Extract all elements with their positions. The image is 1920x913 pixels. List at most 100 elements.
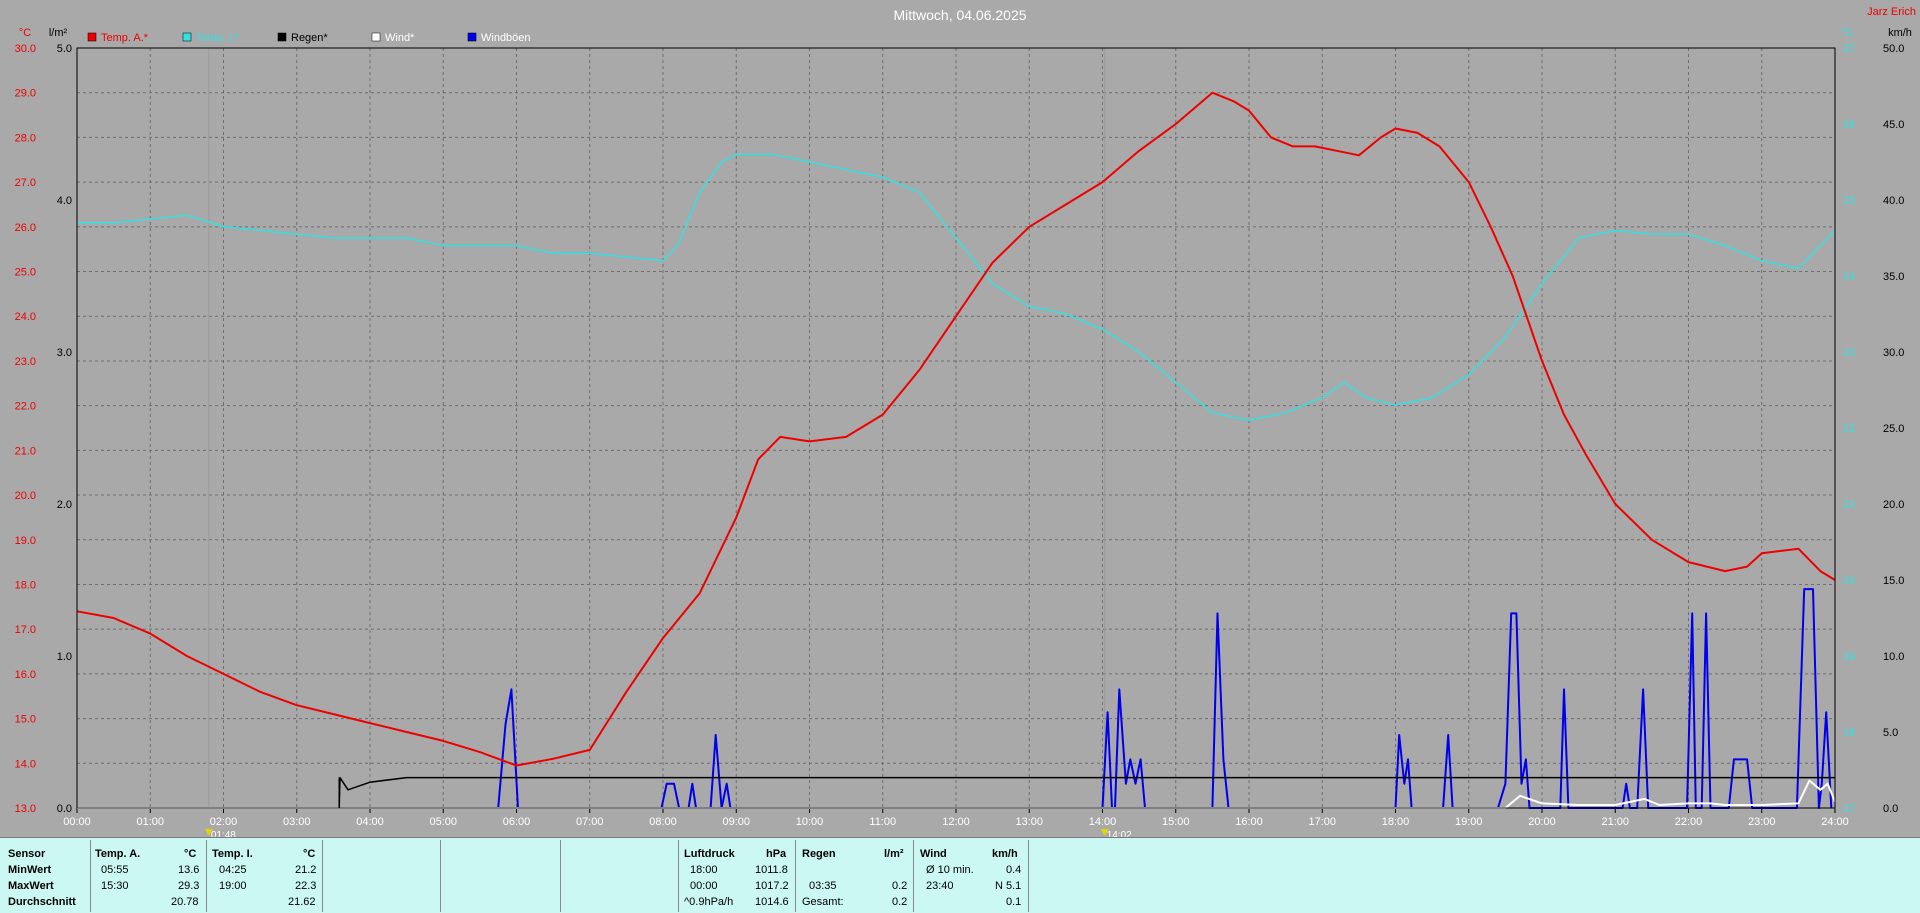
legend-swatch [277, 32, 287, 42]
left-tick-label: 20.0 [15, 490, 36, 502]
divider [795, 840, 796, 912]
wind-max-time: 23:40 [926, 880, 954, 892]
left2-tick-label: 3.0 [57, 347, 72, 359]
x-tick-label: 12:00 [942, 816, 970, 828]
temp-a-unit: °C [184, 848, 197, 860]
temp-i-header: Temp. I. [212, 848, 253, 860]
temp-i-min-time: 04:25 [219, 864, 247, 876]
temp-a-min-time: 05:55 [101, 864, 129, 876]
left-tick-label: 30.0 [15, 43, 36, 55]
time-marker-label: 14:02 [1107, 830, 1132, 837]
left-tick-label: 23.0 [15, 356, 36, 368]
x-tick-label: 16:00 [1235, 816, 1263, 828]
legend-swatch [182, 32, 192, 42]
left2-tick-label: 2.0 [57, 499, 72, 511]
pressure-min-time: 18:00 [690, 864, 718, 876]
legend-label: Temp. I.* [196, 32, 240, 44]
left-tick-label: 16.0 [15, 669, 36, 681]
left-tick-label: 22.0 [15, 401, 36, 413]
temp-a-header: Temp. A. [95, 848, 141, 860]
wind-header: Wind [920, 848, 947, 860]
left-tick-label: 15.0 [15, 714, 36, 726]
right2-tick-label: 17 [1843, 803, 1855, 815]
author-label: Jarz Erich [1867, 6, 1916, 18]
rain-header: Regen [802, 848, 836, 860]
divider [913, 840, 914, 912]
wind-avg-label: Ø 10 min. [926, 864, 974, 876]
min-row-label: MinWert [8, 864, 52, 876]
x-tick-label: 21:00 [1601, 816, 1629, 828]
pressure-trend-label: ^0.9hPa/h [684, 896, 734, 908]
legend-label: Wind* [385, 32, 415, 44]
x-tick-label: 20:00 [1528, 816, 1556, 828]
left-axis-unit: °C [19, 27, 31, 39]
x-tick-label: 08:00 [649, 816, 677, 828]
divider [678, 840, 679, 912]
right-tick-label: 5.0 [1883, 727, 1898, 739]
legend-swatch [371, 32, 381, 42]
x-tick-label: 17:00 [1308, 816, 1336, 828]
x-tick-label: 22:00 [1675, 816, 1703, 828]
x-tick-label: 01:00 [136, 816, 164, 828]
stats-panel: Sensor MinWert MaxWert Durchschnitt Temp… [0, 837, 1920, 913]
x-tick-label: 05:00 [429, 816, 457, 828]
right-tick-label: 45.0 [1883, 119, 1904, 131]
legend-label: Temp. A.* [101, 32, 149, 44]
temp-a-max-time: 15:30 [101, 880, 129, 892]
time-marker-label: 01:48 [211, 830, 236, 837]
divider [1028, 840, 1029, 912]
left-tick-label: 24.0 [15, 311, 36, 323]
right-tick-label: 30.0 [1883, 347, 1904, 359]
left2-tick-label: 4.0 [57, 195, 72, 207]
pressure-unit: hPa [766, 848, 787, 860]
left-tick-label: 25.0 [15, 267, 36, 279]
x-tick-label: 15:00 [1162, 816, 1190, 828]
divider [90, 840, 91, 912]
legend-label: Regen* [291, 32, 328, 44]
temp-i-min-value: 21.2 [295, 864, 317, 876]
temp-i-unit: °C [303, 848, 316, 860]
right2-tick-label: 20 [1843, 575, 1855, 587]
wind-max-value: N 5.1 [995, 880, 1022, 892]
right2-axis-unit: °C [1841, 27, 1853, 39]
rain-max-time: 03:35 [809, 880, 837, 892]
left-tick-label: 17.0 [15, 624, 36, 636]
right-tick-label: 10.0 [1883, 651, 1904, 663]
left-tick-label: 13.0 [15, 803, 36, 815]
x-tick-label: 07:00 [576, 816, 604, 828]
temp-a-max-value: 29.3 [178, 880, 200, 892]
x-tick-label: 06:00 [503, 816, 531, 828]
right-tick-label: 20.0 [1883, 499, 1904, 511]
pressure-header: Luftdruck [684, 848, 735, 860]
right2-tick-label: 27 [1843, 43, 1855, 55]
right-tick-label: 35.0 [1883, 271, 1904, 283]
x-tick-label: 24:00 [1821, 816, 1849, 828]
legend-swatch [467, 32, 477, 42]
left-tick-label: 26.0 [15, 222, 36, 234]
left2-tick-label: 0.0 [57, 803, 72, 815]
legend-swatch [87, 32, 97, 42]
right-tick-label: 0.0 [1883, 803, 1898, 815]
right2-tick-label: 25 [1843, 195, 1855, 207]
divider [206, 840, 207, 912]
left2-tick-label: 1.0 [57, 651, 72, 663]
avg-row-label: Durchschnitt [8, 896, 76, 908]
right2-tick-label: 26 [1843, 119, 1855, 131]
pressure-max-value: 1017.2 [755, 880, 789, 892]
x-tick-label: 13:00 [1015, 816, 1043, 828]
pressure-trend-value: 1014.6 [755, 896, 789, 908]
temp-a-avg-value: 20.78 [171, 896, 199, 908]
pressure-max-time: 00:00 [690, 880, 718, 892]
right2-tick-label: 22 [1843, 423, 1855, 435]
temp-i-max-time: 19:00 [219, 880, 247, 892]
divider [560, 840, 561, 912]
left-tick-label: 27.0 [15, 177, 36, 189]
weather-chart: Mittwoch, 04.06.2025 Jarz Erich °C l/m² … [0, 0, 1920, 837]
left-tick-label: 14.0 [15, 758, 36, 770]
left-tick-label: 18.0 [15, 579, 36, 591]
sensor-header: Sensor [8, 848, 46, 860]
wind-last-value: 0.1 [1006, 896, 1022, 908]
max-row-label: MaxWert [8, 880, 54, 892]
wind-unit: km/h [992, 848, 1018, 860]
temp-i-avg-value: 21.62 [288, 896, 316, 908]
